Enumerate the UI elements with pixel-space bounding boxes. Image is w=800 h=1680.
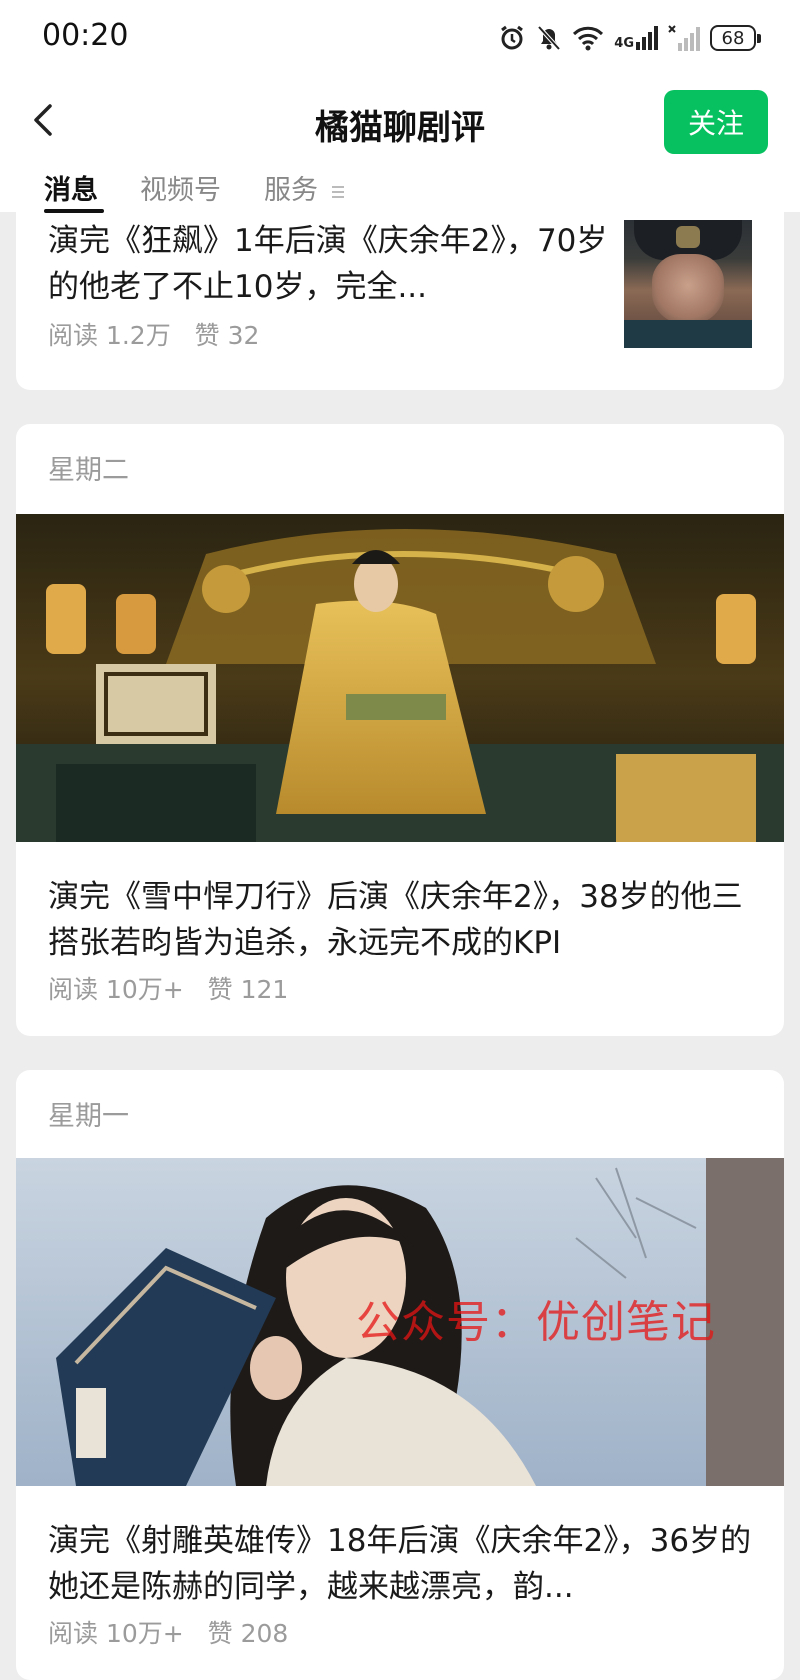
tab-active-indicator [44, 209, 104, 213]
read-count: 阅读 10万+ [48, 975, 184, 1004]
date-label: 星期一 [48, 1101, 129, 1132]
read-count: 阅读 1.2万 [48, 321, 171, 350]
article-meta: 阅读 1.2万 赞 32 [48, 316, 259, 352]
tab-channels[interactable]: 视频号 [140, 168, 221, 207]
article-card[interactable]: 星期一 公众号：优创笔记 演完《射雕英雄传》18年后演《庆余年2》，36岁的她还… [16, 1070, 784, 1680]
article-card[interactable]: 演完《狂飙》1年后演《庆余年2》，70岁的他老了不止10岁，完全... 阅读 1… [16, 212, 784, 390]
article-card[interactable]: 星期二 演完《雪中悍刀行》后演《庆余年2》，38岁的他三搭张若昀皆为追杀，永远完… [16, 424, 784, 1036]
read-count: 阅读 10万+ [48, 1619, 184, 1648]
status-time: 00:20 [42, 18, 129, 53]
nav-bar: 橘猫聊剧评 关注 [0, 76, 800, 170]
like-count: 赞 208 [207, 1619, 289, 1648]
article-meta: 阅读 10万+ 赞 208 [48, 1614, 288, 1650]
tab-messages[interactable]: 消息 [44, 168, 98, 207]
tab-services[interactable]: 服务 [264, 168, 345, 207]
like-count: 赞 121 [207, 975, 289, 1004]
battery-icon: 68 [710, 25, 761, 51]
tab-services-label: 服务 [264, 175, 318, 206]
article-cover-image [16, 514, 784, 842]
article-thumbnail [624, 220, 752, 348]
signal-4g-icon: 4G [614, 26, 658, 50]
like-count: 赞 32 [194, 321, 260, 350]
tab-bar: 消息 视频号 服务 [0, 166, 800, 213]
follow-button[interactable]: 关注 [664, 90, 768, 154]
article-title: 演完《狂飙》1年后演《庆余年2》，70岁的他老了不止10岁，完全... [48, 223, 608, 305]
cover-illustration-throne [16, 514, 784, 842]
article-title: 演完《雪中悍刀行》后演《庆余年2》，38岁的他三搭张若昀皆为追杀，永远完不成的K… [48, 879, 743, 961]
mute-bell-icon [536, 24, 562, 52]
network-label: 4G [614, 36, 634, 51]
status-bar: 00:20 4G 68 [0, 0, 800, 76]
watermark: 公众号：优创笔记 [356, 1297, 716, 1348]
wifi-icon [572, 25, 604, 51]
date-label: 星期二 [48, 455, 129, 486]
article-meta: 阅读 10万+ 赞 121 [48, 970, 288, 1006]
alarm-icon [498, 24, 526, 52]
top-bar: 00:20 4G 68 橘猫聊剧评 关注 消息 视频号 服务 [0, 0, 800, 213]
article-cover-image: 公众号：优创笔记 [16, 1158, 784, 1486]
signal-no-service-icon [668, 25, 700, 51]
menu-icon [331, 176, 345, 207]
status-icons: 4G 68 [498, 20, 761, 56]
article-title: 演完《射雕英雄传》18年后演《庆余年2》，36岁的她还是陈赫的同学，越来越漂亮，… [48, 1523, 752, 1605]
